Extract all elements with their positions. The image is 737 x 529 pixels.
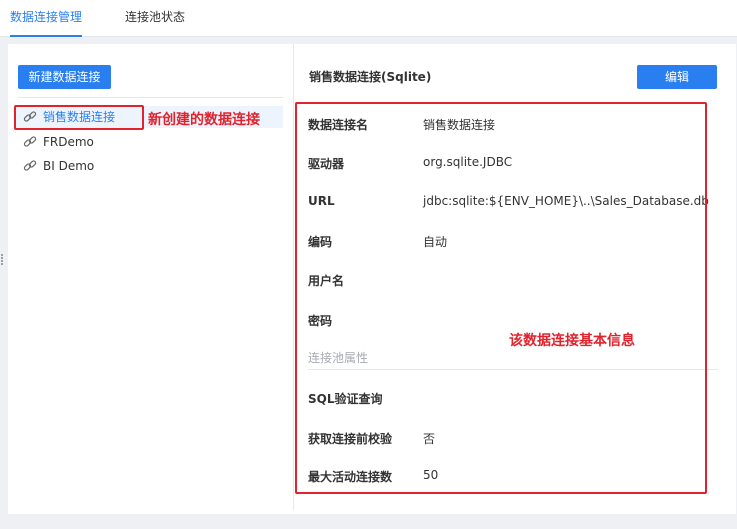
connection-item-frdemo[interactable]: FRDemo [14,131,283,153]
annotation-highlight-box [14,105,144,130]
link-icon [23,136,37,147]
annotation-detail-info: 该数据连接基本信息 [509,333,635,349]
tab-pool-status[interactable]: 连接池状态 [125,0,185,36]
main-card: 新建数据连接 销售数据连接 FRDemo BI Demo 新创建的数据连接 销售… [8,44,736,514]
tab-connection-management[interactable]: 数据连接管理 [10,0,83,37]
annotation-detail-box [295,102,707,494]
divider [18,97,283,98]
edit-button[interactable]: 编辑 [637,65,717,89]
panel-divider [293,44,294,510]
tab-bar: 数据连接管理 连接池状态 [0,0,737,37]
connection-name: BI Demo [43,159,95,173]
link-icon [23,160,37,171]
detail-title: 销售数据连接(Sqlite) [309,70,432,84]
new-connection-button[interactable]: 新建数据连接 [18,65,111,89]
annotation-new-connection: 新创建的数据连接 [148,112,260,128]
connection-name: FRDemo [43,135,94,149]
connection-item-bidemo[interactable]: BI Demo [14,155,283,177]
connection-list-panel: 新建数据连接 销售数据连接 FRDemo BI Demo 新创建的数据连接 [8,44,293,514]
resize-handle[interactable] [1,254,5,268]
